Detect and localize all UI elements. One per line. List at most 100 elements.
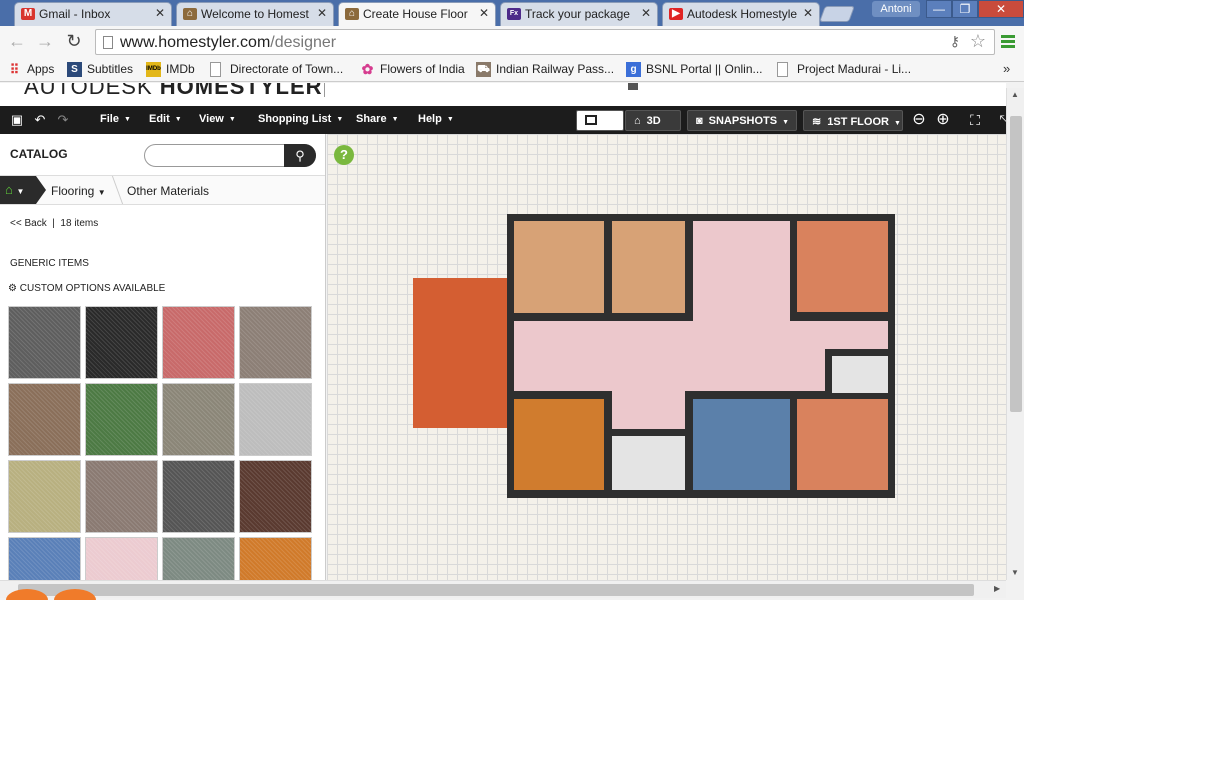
material-swatch[interactable] — [85, 460, 158, 533]
bookmark-imdb[interactable]: IMDb IMDb — [146, 62, 195, 77]
bookmark-star-icon[interactable]: ☆ — [970, 31, 986, 52]
snapshots-button[interactable]: ◙ SNAPSHOTS ▼ — [687, 110, 797, 131]
minimize-button[interactable]: — — [926, 0, 952, 18]
design-canvas[interactable]: ? — [327, 134, 1006, 580]
menu-view[interactable]: View ▼ — [199, 113, 236, 125]
new-tab-button[interactable] — [819, 6, 855, 22]
back-icon[interactable]: ← — [7, 31, 27, 52]
bookmark-railway[interactable]: ⛟ Indian Railway Pass... — [476, 62, 614, 77]
material-swatch[interactable] — [8, 460, 81, 533]
catalog-search-input[interactable]: ⚲ — [144, 144, 316, 167]
undo-icon[interactable]: ↶ — [31, 112, 49, 128]
scroll-up-icon[interactable]: ▲ — [1011, 90, 1019, 99]
material-swatch[interactable] — [8, 383, 81, 456]
horizontal-scrollbar[interactable]: ▶ — [0, 580, 1006, 598]
bookmark-project-madurai[interactable]: Project Madurai - Li... — [777, 62, 911, 77]
room-porch[interactable] — [413, 278, 509, 428]
close-icon[interactable]: ✕ — [479, 6, 489, 20]
home-icon[interactable]: ⌂ ▼ — [0, 176, 46, 204]
material-swatch[interactable] — [162, 383, 235, 456]
item-count: 18 items — [60, 218, 99, 229]
material-swatch[interactable] — [239, 306, 312, 379]
zoom-out-icon[interactable]: ⊖ — [908, 109, 930, 131]
tab-strip: M Gmail - Inbox ✕ ⌂ Welcome to Homest ✕ … — [0, 0, 1024, 26]
floor-select-button[interactable]: ≋ 1ST FLOOR ▼ — [803, 110, 903, 131]
search-icon[interactable]: ⚲ — [284, 144, 316, 167]
menu-help[interactable]: Help ▼ — [418, 113, 454, 125]
tab-create-house-floor[interactable]: ⌂ Create House Floor ✕ — [338, 2, 496, 26]
tab-gmail[interactable]: M Gmail - Inbox ✕ — [14, 2, 172, 26]
close-icon[interactable]: ✕ — [803, 6, 813, 20]
bookmarks-overflow-icon[interactable]: » — [1003, 61, 1010, 76]
bookmark-bsnl[interactable]: g BSNL Portal || Onlin... — [626, 62, 763, 77]
save-icon[interactable]: ▣ — [8, 112, 26, 128]
menu-edit[interactable]: Edit ▼ — [149, 113, 182, 125]
close-icon[interactable]: ✕ — [155, 6, 165, 20]
material-swatch[interactable] — [8, 537, 81, 580]
tab-fedex[interactable]: Fx Track your package ✕ — [500, 2, 658, 26]
menu-file[interactable]: File ▼ — [100, 113, 131, 125]
material-swatch[interactable] — [162, 460, 235, 533]
custom-options-note: ⚙ CUSTOM OPTIONS AVAILABLE — [8, 283, 165, 294]
google-icon: g — [626, 62, 641, 77]
scroll-thumb[interactable] — [18, 584, 974, 596]
breadcrumb-label: Flooring — [51, 184, 95, 198]
scroll-down-icon[interactable]: ▼ — [1011, 568, 1019, 577]
view-2d-button[interactable] — [576, 110, 624, 131]
material-swatch[interactable] — [162, 306, 235, 379]
redo-icon[interactable]: ↷ — [54, 112, 72, 128]
fullscreen-icon[interactable]: ⛶ — [964, 109, 986, 131]
zoom-in-icon[interactable]: ⊕ — [932, 109, 954, 131]
back-link[interactable]: << Back — [10, 218, 47, 229]
site-header: AUTODESK HOMESTYLER — [0, 83, 1006, 106]
room-bedroom-mid[interactable] — [612, 221, 685, 313]
room-bath-small[interactable] — [612, 436, 685, 490]
bookmark-apps[interactable]: ⠿ Apps — [7, 62, 55, 77]
site-logo[interactable]: AUTODESK HOMESTYLER — [24, 83, 323, 100]
room-hall-upper[interactable] — [693, 221, 790, 321]
scroll-right-icon[interactable]: ▶ — [994, 584, 1000, 593]
material-swatch[interactable] — [239, 460, 312, 533]
material-swatch[interactable] — [239, 383, 312, 456]
youtube-icon: ▶ — [669, 8, 683, 20]
vertical-scrollbar[interactable]: ▲ ▼ — [1006, 88, 1024, 580]
flower-icon: ✿ — [361, 61, 374, 77]
room-kitchen[interactable] — [514, 399, 604, 490]
room-bedroom-bottom-right[interactable] — [797, 399, 888, 490]
profile-button[interactable]: Antoni — [872, 1, 920, 17]
material-swatch[interactable] — [239, 537, 312, 580]
material-swatch[interactable] — [85, 306, 158, 379]
tab-youtube[interactable]: ▶ Autodesk Homestyle ✕ — [662, 2, 820, 26]
close-icon[interactable]: ✕ — [317, 6, 327, 20]
bookmark-directorate[interactable]: Directorate of Town... — [210, 62, 343, 77]
menu-shopping-list[interactable]: Shopping List ▼ — [258, 113, 343, 125]
room-bath-right[interactable] — [832, 356, 888, 393]
material-swatch[interactable] — [162, 537, 235, 580]
room-hall-passage[interactable] — [612, 391, 685, 429]
menu-share[interactable]: Share ▼ — [356, 113, 399, 125]
breadcrumb-other-materials[interactable]: Other Materials — [127, 184, 209, 198]
key-icon[interactable]: ⚷ — [950, 33, 960, 50]
forward-icon[interactable]: → — [35, 31, 55, 52]
room-bedroom-left[interactable] — [514, 221, 604, 313]
bookmark-flowers[interactable]: ✿ Flowers of India — [360, 61, 465, 77]
tab-label: Create House Floor — [363, 7, 468, 21]
room-living[interactable] — [693, 399, 790, 490]
hamburger-menu-icon[interactable] — [1001, 35, 1015, 48]
close-icon[interactable]: ✕ — [641, 6, 651, 20]
view-3d-button[interactable]: ⌂ 3D — [625, 110, 681, 131]
restore-button[interactable]: ❐ — [952, 0, 978, 18]
header-icon — [628, 83, 638, 90]
bookmark-subtitles[interactable]: S Subtitles — [67, 62, 133, 77]
material-swatch[interactable] — [85, 383, 158, 456]
page-icon — [103, 36, 113, 49]
scroll-thumb[interactable] — [1010, 116, 1022, 412]
room-bedroom-right[interactable] — [797, 221, 888, 312]
breadcrumb-flooring[interactable]: Flooring ▼ — [51, 184, 106, 198]
window-close-button[interactable]: ✕ — [978, 0, 1024, 18]
reload-icon[interactable]: ↻ — [64, 31, 84, 52]
address-bar[interactable]: www.homestyler.com/designer ⚷ ☆ — [95, 29, 995, 55]
material-swatch[interactable] — [85, 537, 158, 580]
tab-welcome[interactable]: ⌂ Welcome to Homest ✕ — [176, 2, 334, 26]
material-swatch[interactable] — [8, 306, 81, 379]
